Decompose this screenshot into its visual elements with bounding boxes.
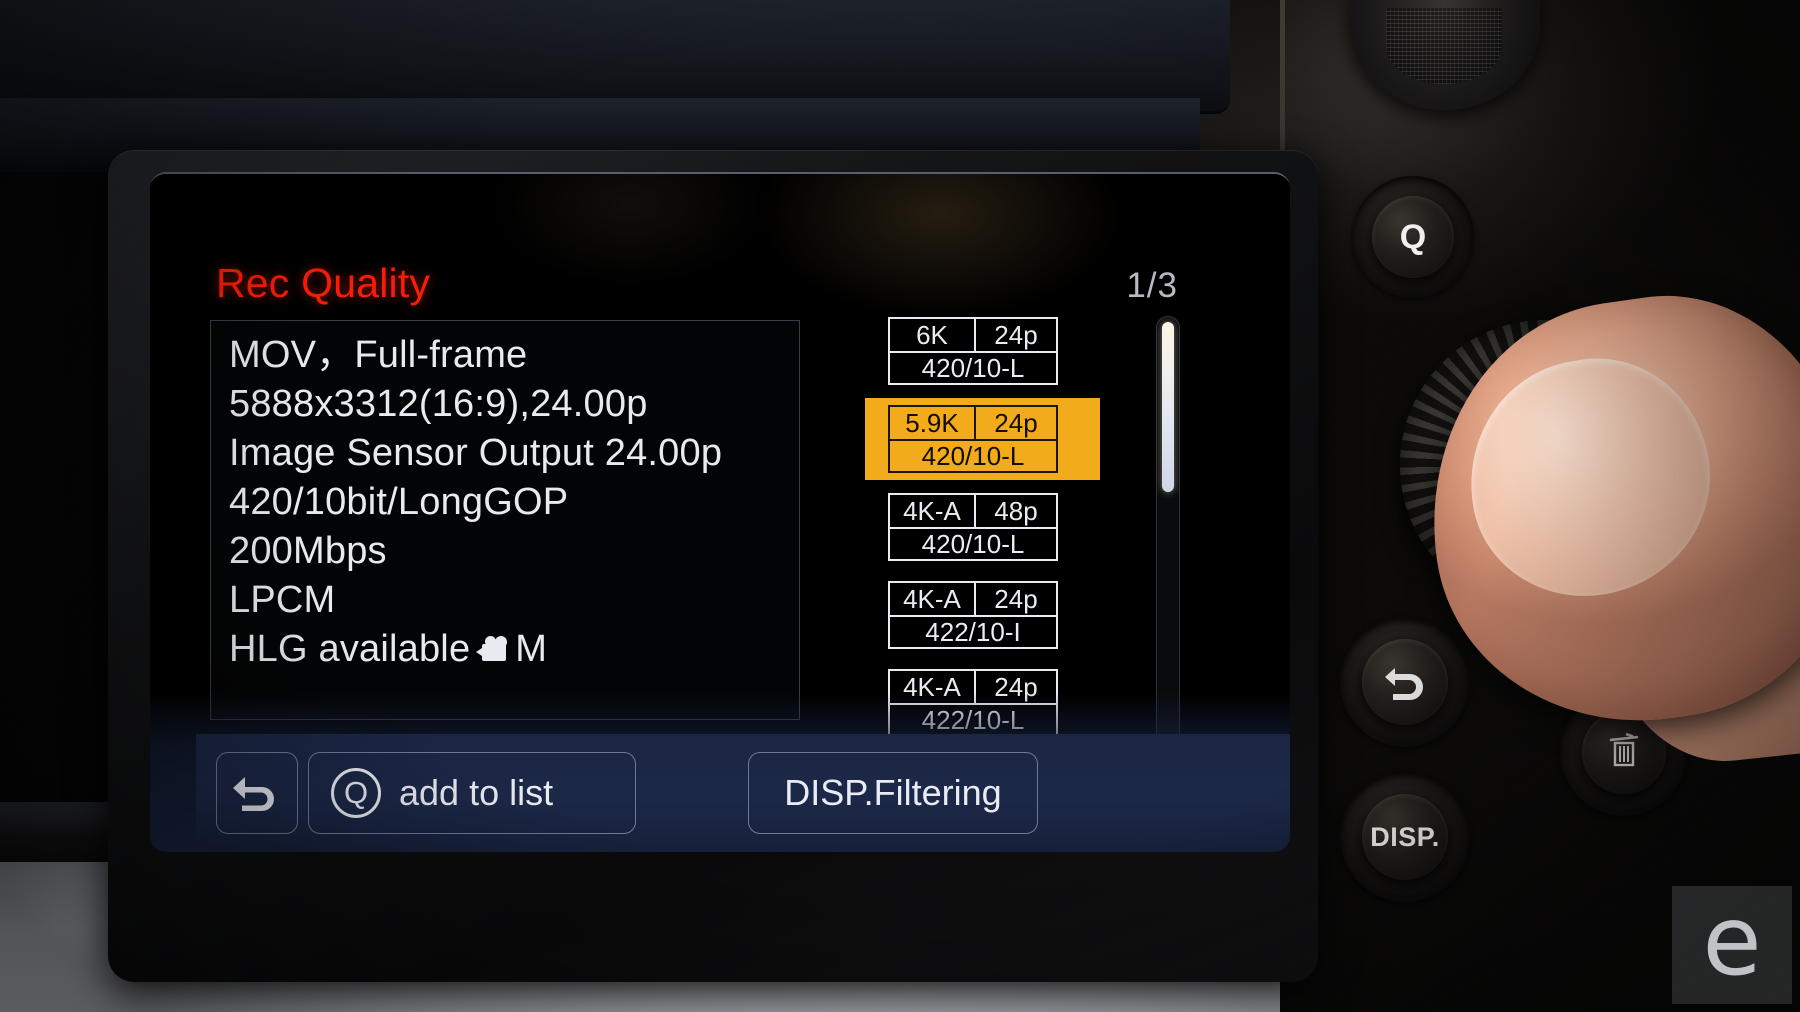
q-icon-letter: Q: [343, 775, 369, 810]
option-row[interactable]: 6K 24p 420/10-L: [865, 310, 1100, 392]
q-button-label: Q: [1399, 217, 1427, 256]
trash-icon: [1606, 731, 1642, 774]
back-button[interactable]: [1362, 639, 1448, 725]
scrollbar-thumb[interactable]: [1162, 322, 1174, 492]
lcd-screen[interactable]: Rec Quality 1/3 MOV，Full-frame 5888x3312(…: [150, 172, 1290, 852]
option-box: 6K 24p 420/10-L: [888, 317, 1058, 385]
engadget-logo-letter: e: [1702, 885, 1762, 997]
footer-toolbar: Q add to list DISP.Filtering: [196, 734, 1290, 852]
option-box: 5.9K 24p 420/10-L: [888, 405, 1058, 473]
hlg-availability-line: HLG available M: [229, 625, 795, 674]
option-row[interactable]: 4K-A 24p 422/10-I: [865, 574, 1100, 656]
disp-filtering-button[interactable]: DISP.Filtering: [748, 752, 1038, 834]
option-top-row: 4K-A 24p: [890, 583, 1056, 615]
option-framerate: 24p: [994, 319, 1038, 350]
option-top-row: 6K 24p: [890, 319, 1056, 351]
hlg-mode-suffix: M: [515, 628, 548, 670]
option-row[interactable]: 4K-A 48p 420/10-L: [865, 486, 1100, 568]
option-framerate: 48p: [994, 495, 1038, 526]
option-box: 4K-A 48p 420/10-L: [888, 493, 1058, 561]
detail-line: Image Sensor Output 24.00p: [229, 432, 723, 474]
disp-filtering-label: DISP.Filtering: [784, 772, 1002, 813]
return-arrow-icon: [1381, 660, 1429, 705]
lcd-content: Rec Quality 1/3 MOV，Full-frame 5888x3312(…: [150, 174, 1290, 852]
detail-line: 420/10bit/LongGOP: [229, 481, 569, 523]
back-button-soft[interactable]: [216, 752, 298, 834]
return-arrow-icon: [231, 773, 283, 813]
detail-line: 200Mbps: [229, 530, 387, 572]
screenshot-root: Q DISP. Rec Quality 1/3 MOV，Full-frame 5…: [0, 0, 1800, 1012]
viewfinder-mesh: [1386, 8, 1502, 84]
page-indicator: 1/3: [1126, 266, 1178, 305]
option-top-row: 4K-A 48p: [890, 495, 1056, 527]
option-framerate: 24p: [994, 407, 1038, 438]
detail-line: 5888x3312(16:9),24.00p: [229, 383, 648, 425]
q-button[interactable]: Q: [1372, 196, 1454, 278]
disp-button-label: DISP.: [1370, 821, 1440, 852]
option-resolution: 4K-A: [890, 583, 976, 615]
option-resolution: 5.9K: [890, 407, 976, 439]
option-resolution: 4K-A: [890, 495, 976, 527]
option-box: 4K-A 24p 422/10-I: [888, 581, 1058, 649]
detail-line: MOV，Full-frame: [229, 334, 528, 376]
page-title: Rec Quality: [216, 260, 431, 306]
option-framerate: 24p: [994, 583, 1038, 614]
option-codec: 420/10-L: [890, 351, 1056, 383]
option-codec: 422/10-I: [890, 615, 1056, 647]
option-codec: 420/10-L: [890, 439, 1056, 471]
q-icon: Q: [331, 768, 381, 818]
option-top-row: 5.9K 24p: [890, 407, 1056, 439]
engadget-watermark: e: [1672, 886, 1792, 1004]
recording-detail-panel: MOV，Full-frame 5888x3312(16:9),24.00p Imag…: [210, 320, 800, 720]
detail-line: LPCM: [229, 579, 336, 621]
add-to-list-label: add to list: [399, 772, 554, 813]
option-row-selected[interactable]: 5.9K 24p 420/10-L: [865, 398, 1100, 480]
movie-camera-icon: [476, 636, 512, 663]
disp-button[interactable]: DISP.: [1362, 794, 1448, 880]
option-resolution: 6K: [890, 319, 976, 351]
detail-line-list: MOV，Full-frame 5888x3312(16:9),24.00p Imag…: [229, 331, 795, 674]
option-codec: 420/10-L: [890, 527, 1056, 559]
add-to-list-button[interactable]: Q add to list: [308, 752, 636, 834]
hlg-label: HLG available: [229, 628, 471, 670]
